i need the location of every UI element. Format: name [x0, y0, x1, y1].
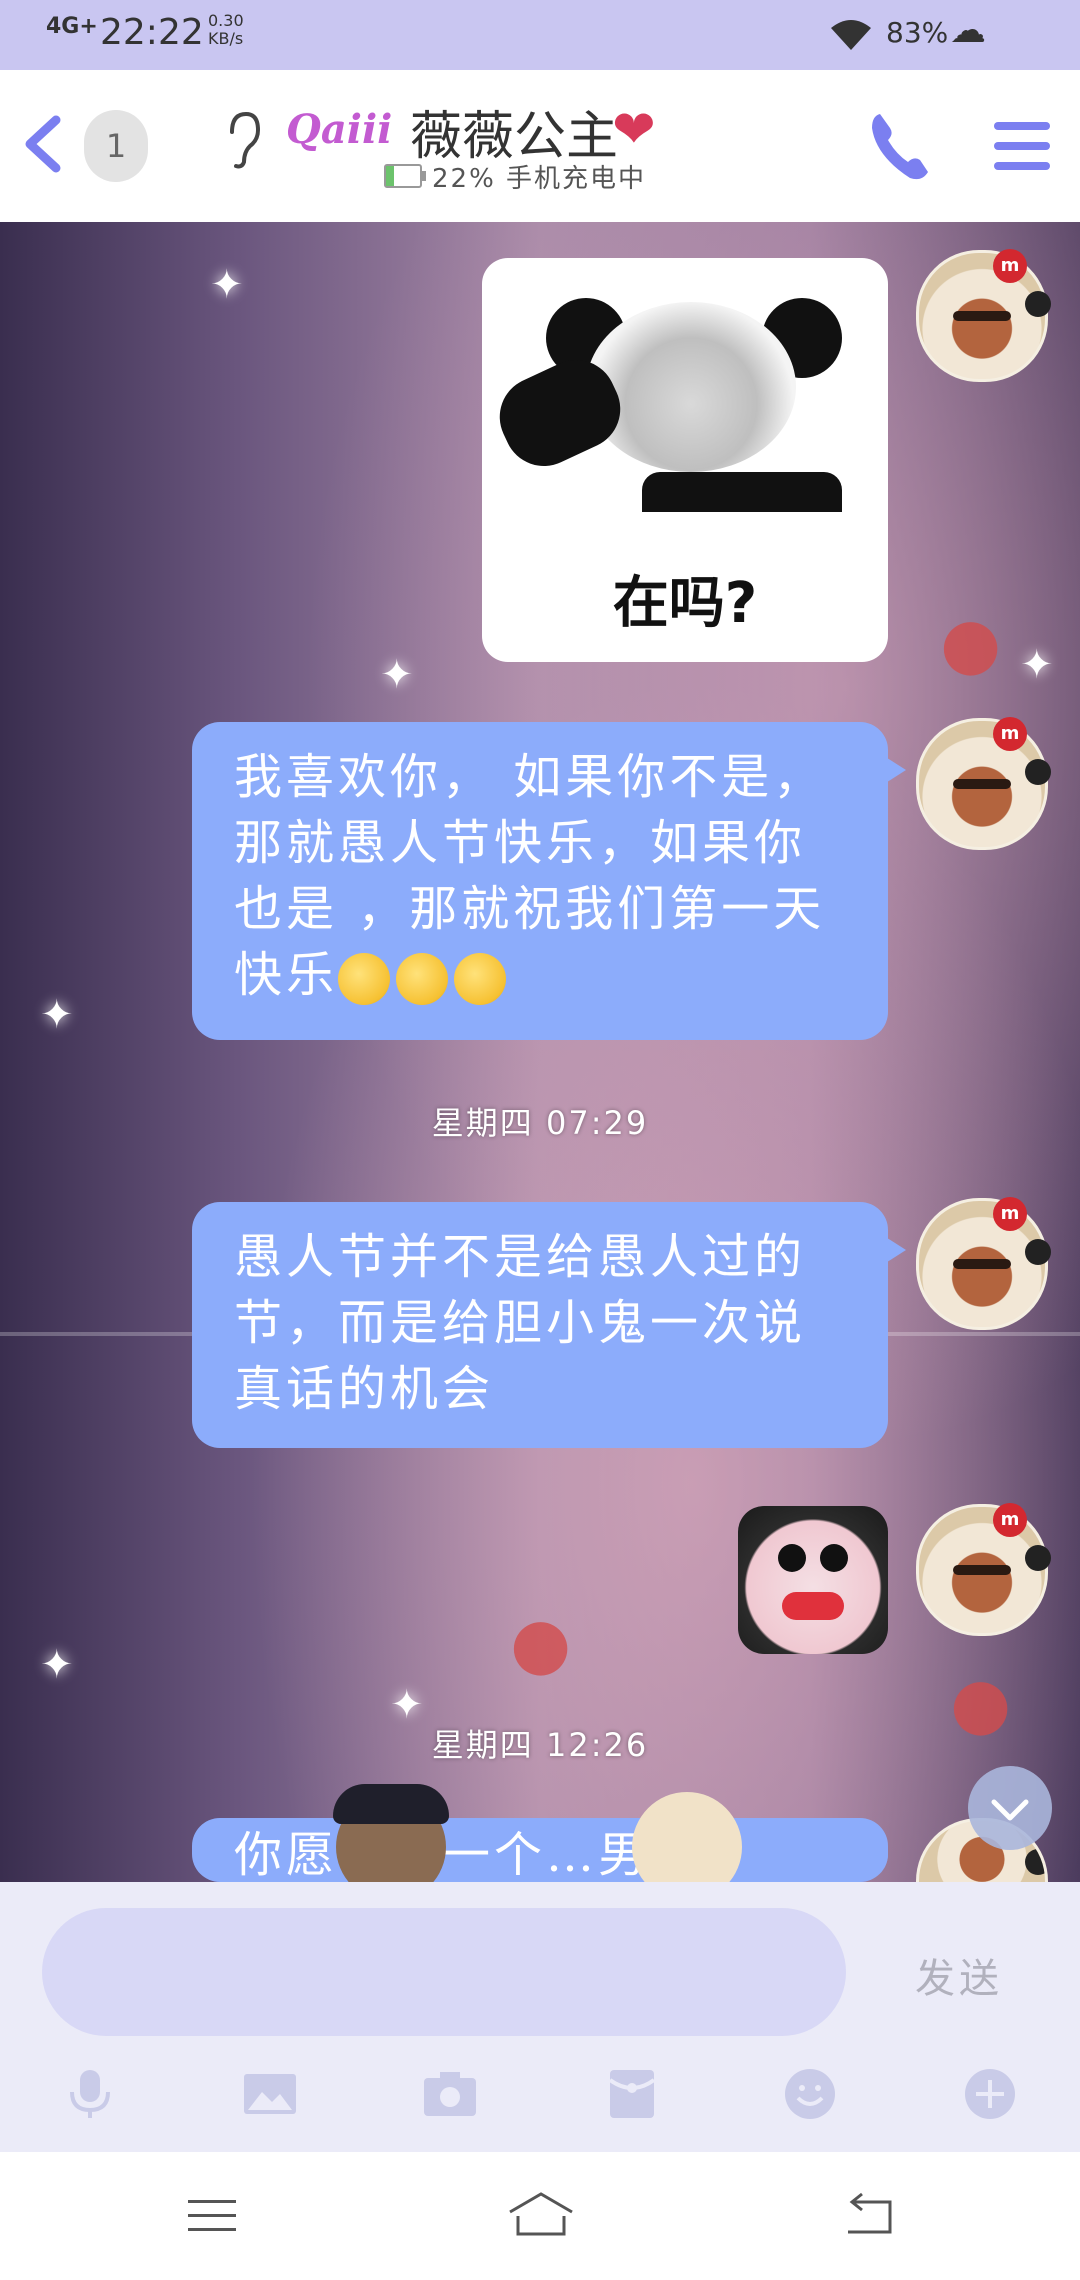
text-message-bubble[interactable]: 你愿…你一个…男孩 [192, 1818, 888, 1882]
sticker-caption: 在吗? [612, 571, 758, 636]
clock: 22:22 [100, 12, 204, 53]
status-bar: 4G+ 22:22 0.30 KB/s 83% ☁ [0, 0, 1080, 70]
back-nav-icon[interactable] [840, 2186, 900, 2246]
battery-percentage: 83% [886, 16, 949, 49]
sparkle-icon: ✦ [380, 652, 414, 698]
microphone-icon[interactable] [62, 2066, 118, 2122]
sparkle-icon: ✦ [210, 262, 244, 308]
panda-sticker-message[interactable]: 在吗? [482, 258, 888, 662]
message-text: 我喜欢你， 如果你不是，那就愚人节快乐，如果你也是 ，那就祝我们第一天快乐 [234, 749, 826, 1003]
emoji-icon [396, 952, 449, 1005]
wifi-icon [831, 20, 871, 50]
lips-sticker-message[interactable] [738, 1506, 888, 1654]
name-decoration-badge: Qaiii [286, 106, 393, 153]
avatar[interactable]: m [916, 1197, 1051, 1330]
sparkle-icon: ✦ [1020, 642, 1054, 688]
panda-body [642, 472, 842, 512]
recent-apps-icon[interactable] [182, 2186, 242, 2246]
status-bar-decoration-icon: ☁ [950, 10, 986, 51]
lips [782, 1592, 844, 1620]
network-indicator: 4G+ [46, 14, 98, 39]
avatar[interactable]: m [916, 1503, 1051, 1636]
text-message-bubble[interactable]: 愚人节并不是给愚人过的节，而是给胆小鬼一次说真话的机会 [192, 1202, 906, 1448]
strawberry-icon: ● [940, 602, 1002, 684]
camera-icon[interactable] [422, 2066, 478, 2122]
sparkle-icon: ✦ [40, 1642, 74, 1688]
red-packet-icon[interactable] [604, 2066, 660, 2122]
message-text: 愚人节并不是给愚人过的节，而是给胆小鬼一次说真话的机会 [234, 1229, 807, 1417]
message-timestamp: 星期四 07:29 [431, 1104, 649, 1142]
network-speed: 0.30 KB/s [208, 11, 244, 48]
avatar[interactable]: m [916, 717, 1051, 850]
partner-battery-icon [384, 164, 426, 188]
unread-count-badge[interactable]: 1 [84, 110, 148, 182]
home-icon[interactable] [506, 2186, 576, 2246]
phone-call-button[interactable] [866, 108, 936, 184]
text-message-bubble[interactable]: 我喜欢你， 如果你不是，那就愚人节快乐，如果你也是 ，那就祝我们第一天快乐 [192, 722, 906, 1040]
strawberry-icon: ● [510, 1602, 572, 1684]
emoji-icon [454, 952, 507, 1005]
back-button[interactable] [18, 114, 68, 174]
contact-status: 22% 手机充电中 [432, 164, 647, 194]
message-input[interactable] [42, 1908, 846, 2036]
input-area: 发送 [0, 1882, 1080, 2152]
ear-icon[interactable] [222, 110, 262, 170]
chat-title-bar: 1 Qaiii 薇薇公主 ❤ 22% 手机充电中 [0, 70, 1080, 222]
send-button[interactable]: 发送 [904, 1940, 1014, 2010]
emoji-icon [338, 952, 391, 1005]
heart-icon: ❤ [612, 100, 656, 160]
panda-face [586, 302, 796, 472]
scroll-to-bottom-button[interactable] [968, 1766, 1052, 1850]
menu-button[interactable] [990, 118, 1054, 174]
image-icon[interactable] [242, 2066, 298, 2122]
plus-icon[interactable] [962, 2066, 1018, 2122]
system-navigation-bar [0, 2152, 1080, 2280]
avatar[interactable]: m [916, 249, 1051, 382]
emoji-icon[interactable] [782, 2066, 838, 2122]
message-timestamp: 星期四 12:26 [431, 1726, 649, 1764]
sparkle-icon: ✦ [40, 992, 74, 1038]
